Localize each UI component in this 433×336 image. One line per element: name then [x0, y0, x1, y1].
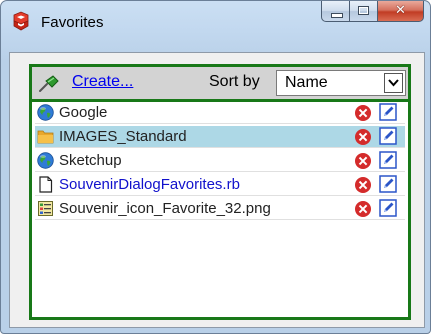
favorite-label[interactable]: Google [59, 104, 107, 121]
sketchup-app-icon [13, 11, 29, 31]
favorites-list: Google IMAGES_Standard Sketchup SouvenirDia… [32, 102, 408, 222]
window-title: Favorites [41, 14, 104, 31]
edit-icon[interactable] [379, 175, 397, 193]
favorites-panel: Create... Sort by Name Google IMAGES_Stan… [29, 64, 411, 320]
folder-icon [37, 128, 54, 145]
edit-icon[interactable] [379, 103, 397, 121]
favorite-row[interactable]: SouvenirDialogFavorites.rb [35, 174, 405, 196]
document-icon [37, 176, 54, 193]
delete-icon[interactable] [355, 201, 371, 217]
favorite-row[interactable]: Google [35, 102, 405, 124]
pushpin-icon[interactable] [38, 75, 60, 93]
edit-icon[interactable] [379, 127, 397, 145]
globe-icon [37, 152, 54, 169]
edit-icon[interactable] [379, 199, 397, 217]
favorite-row[interactable]: IMAGES_Standard [35, 126, 405, 148]
image-file-icon [37, 200, 54, 217]
create-link[interactable]: Create... [72, 73, 133, 91]
favorite-row[interactable]: Sketchup [35, 150, 405, 172]
favorite-label[interactable]: Sketchup [59, 152, 122, 169]
sort-select[interactable]: Name [276, 70, 406, 96]
favorite-label[interactable]: IMAGES_Standard [59, 128, 187, 145]
close-icon: ✕ [395, 3, 406, 18]
sort-by-label: Sort by [209, 73, 260, 90]
favorite-label[interactable]: Souvenir_icon_Favorite_32.png [59, 200, 271, 217]
delete-icon[interactable] [355, 177, 371, 193]
favorite-label[interactable]: SouvenirDialogFavorites.rb [59, 176, 240, 193]
favorite-row[interactable]: Souvenir_icon_Favorite_32.png [35, 198, 405, 220]
title-bar[interactable]: Favorites ✕ [1, 1, 432, 43]
delete-icon[interactable] [355, 105, 371, 121]
globe-icon [37, 104, 54, 121]
maximize-icon [358, 6, 369, 15]
sort-select-value: Name [285, 74, 328, 91]
close-button[interactable]: ✕ [377, 1, 424, 22]
chevron-down-icon[interactable] [384, 73, 403, 93]
caption-buttons: ✕ [321, 1, 424, 23]
favorites-toolbar: Create... Sort by Name [32, 67, 408, 102]
maximize-button[interactable] [349, 1, 377, 22]
edit-icon[interactable] [379, 151, 397, 169]
delete-icon[interactable] [355, 153, 371, 169]
minimize-button[interactable] [321, 1, 349, 22]
minimize-icon [331, 13, 343, 18]
delete-icon[interactable] [355, 129, 371, 145]
favorites-window: Favorites ✕ Create... Sort by Name Googl… [0, 0, 431, 334]
